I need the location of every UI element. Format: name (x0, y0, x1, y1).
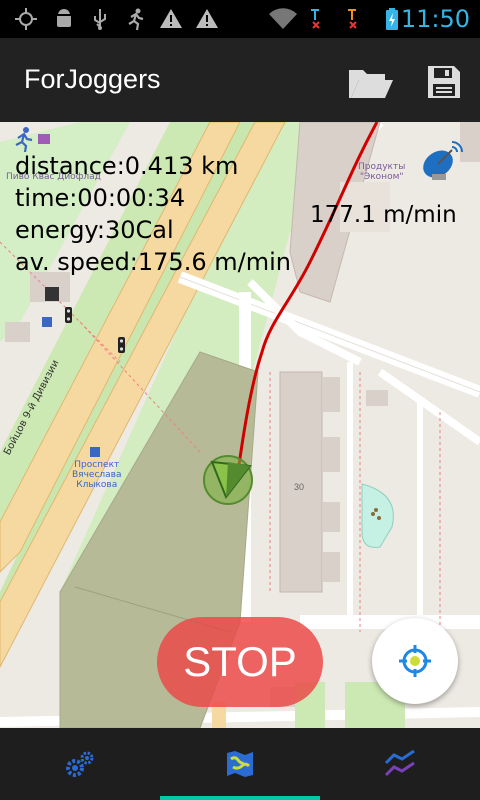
current-speed: 177.1 m/min (310, 202, 457, 228)
workout-stats: distance:0.413 km time:00:00:34 energy:3… (15, 150, 291, 278)
stop-button[interactable]: STOP (157, 617, 323, 707)
sim1-no-signal-icon (311, 9, 320, 29)
bottom-navigation (0, 728, 480, 800)
map-view[interactable]: Пиво Квас Диофлад Продукты "Эконом" Просп… (0, 122, 480, 728)
chart-line-icon (384, 749, 415, 777)
gps-satellite-icon (423, 141, 463, 180)
locate-me-button[interactable] (372, 618, 458, 704)
clock: 11:50 (400, 5, 470, 33)
poi-products-label: Продукты "Эконом" (358, 162, 406, 182)
crosshair-icon (399, 645, 431, 677)
warning-icon (196, 9, 218, 28)
house-number: 30 (294, 482, 305, 492)
android-debug-icon (57, 9, 71, 27)
wifi-icon (269, 8, 297, 30)
sim2-no-signal-icon (348, 9, 357, 29)
current-position-marker (203, 455, 253, 505)
map-icon (227, 751, 253, 777)
gps-icon (15, 8, 37, 30)
usb-icon (94, 9, 106, 30)
warning-icon (160, 9, 182, 28)
avg-speed-stat: av. speed:175.6 m/min (15, 248, 291, 276)
energy-stat: energy:30Cal (15, 216, 174, 244)
app-title: ForJoggers (24, 64, 161, 94)
shop-icon (38, 134, 50, 144)
tab-statistics[interactable] (320, 728, 480, 800)
bus-stop-label: Проспект Вячеслава Клыкова (72, 460, 122, 490)
settings-gears-icon (66, 751, 94, 777)
distance-stat: distance:0.413 km (15, 152, 239, 180)
tab-map[interactable] (160, 728, 320, 800)
folder-open-icon (349, 70, 393, 98)
open-file-button[interactable] (346, 58, 394, 106)
save-icon (428, 66, 460, 98)
app-bar: ForJoggers (0, 38, 480, 122)
status-bar: 11:50 (0, 0, 480, 38)
runner-icon (128, 8, 144, 31)
runner-marker-icon (15, 127, 33, 152)
save-button[interactable] (420, 58, 468, 106)
tab-settings[interactable] (0, 728, 160, 800)
time-stat: time:00:00:34 (15, 184, 186, 212)
